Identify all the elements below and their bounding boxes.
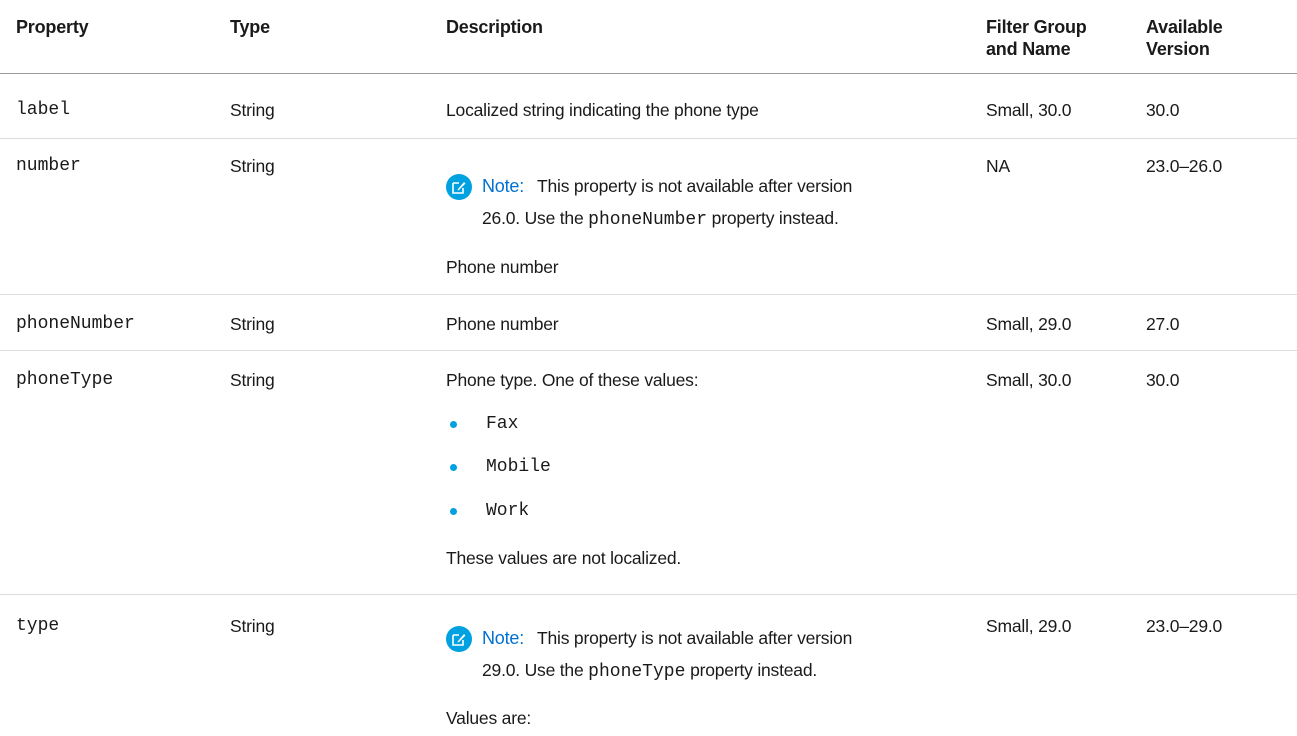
header-filter-group: Filter Group (986, 17, 1087, 37)
filter-group: NA (986, 156, 1010, 176)
header-property: Property (16, 17, 89, 37)
header-version: Version (1146, 39, 1210, 59)
property-type: String (230, 370, 275, 390)
property-description: Phone number (446, 257, 559, 277)
bullet-icon (450, 421, 457, 428)
bullet-icon (450, 464, 457, 471)
note-label: Note: (482, 176, 525, 196)
note-code: phoneType (588, 662, 686, 682)
property-type: String (230, 100, 275, 120)
row-divider (0, 138, 1297, 139)
edit-note-icon (446, 174, 472, 200)
note-text: This property is not available after ver… (537, 628, 853, 648)
row-divider (0, 294, 1297, 295)
property-description: Phone type. One of these values: (446, 370, 699, 390)
note-label: Note: (482, 628, 525, 648)
property-name: number (16, 156, 81, 176)
property-name: type (16, 616, 60, 636)
property-description: Values are: (446, 708, 532, 728)
property-name: phoneNumber (16, 314, 135, 334)
property-name: label (16, 100, 71, 120)
property-type: String (230, 156, 275, 176)
note-text-post: property instead. (690, 660, 818, 680)
property-description: Phone number (446, 314, 559, 334)
description-footer: These values are not localized. (446, 548, 682, 568)
filter-group: Small, 30.0 (986, 100, 1072, 120)
properties-table: Property Type Description Filter Group a… (0, 0, 1297, 736)
note-text: This property is not available after ver… (537, 176, 853, 196)
filter-group: Small, 29.0 (986, 314, 1072, 334)
note-text-pre: 26.0. Use the (482, 208, 584, 228)
header-filter-name: and Name (986, 39, 1071, 59)
edit-note-icon (446, 626, 472, 652)
property-name: phoneType (16, 370, 114, 390)
property-type: String (230, 616, 275, 636)
header-type: Type (230, 17, 270, 37)
note-text-post: property instead. (711, 208, 839, 228)
property-description: Localized string indicating the phone ty… (446, 100, 759, 120)
available-version: 30.0 (1146, 100, 1180, 120)
available-version: 30.0 (1146, 370, 1180, 390)
bullet-icon (450, 508, 457, 515)
note-text: 29.0. Use the phoneType property instead… (482, 659, 817, 683)
value-item: Mobile (486, 457, 551, 477)
value-item: Work (486, 501, 530, 521)
available-version: 27.0 (1146, 314, 1180, 334)
note-text: 26.0. Use the phoneNumber property inste… (482, 207, 839, 231)
row-divider (0, 350, 1297, 351)
note-code: phoneNumber (588, 210, 707, 230)
header-description: Description (446, 17, 543, 37)
available-version: 23.0–26.0 (1146, 156, 1223, 176)
value-item: Fax (486, 414, 519, 434)
header-divider (0, 73, 1297, 74)
header-available: Available (1146, 17, 1223, 37)
note-text-pre: 29.0. Use the (482, 660, 584, 680)
row-divider (0, 594, 1297, 595)
filter-group: Small, 30.0 (986, 370, 1072, 390)
property-type: String (230, 314, 275, 334)
available-version: 23.0–29.0 (1146, 616, 1223, 636)
filter-group: Small, 29.0 (986, 616, 1072, 636)
